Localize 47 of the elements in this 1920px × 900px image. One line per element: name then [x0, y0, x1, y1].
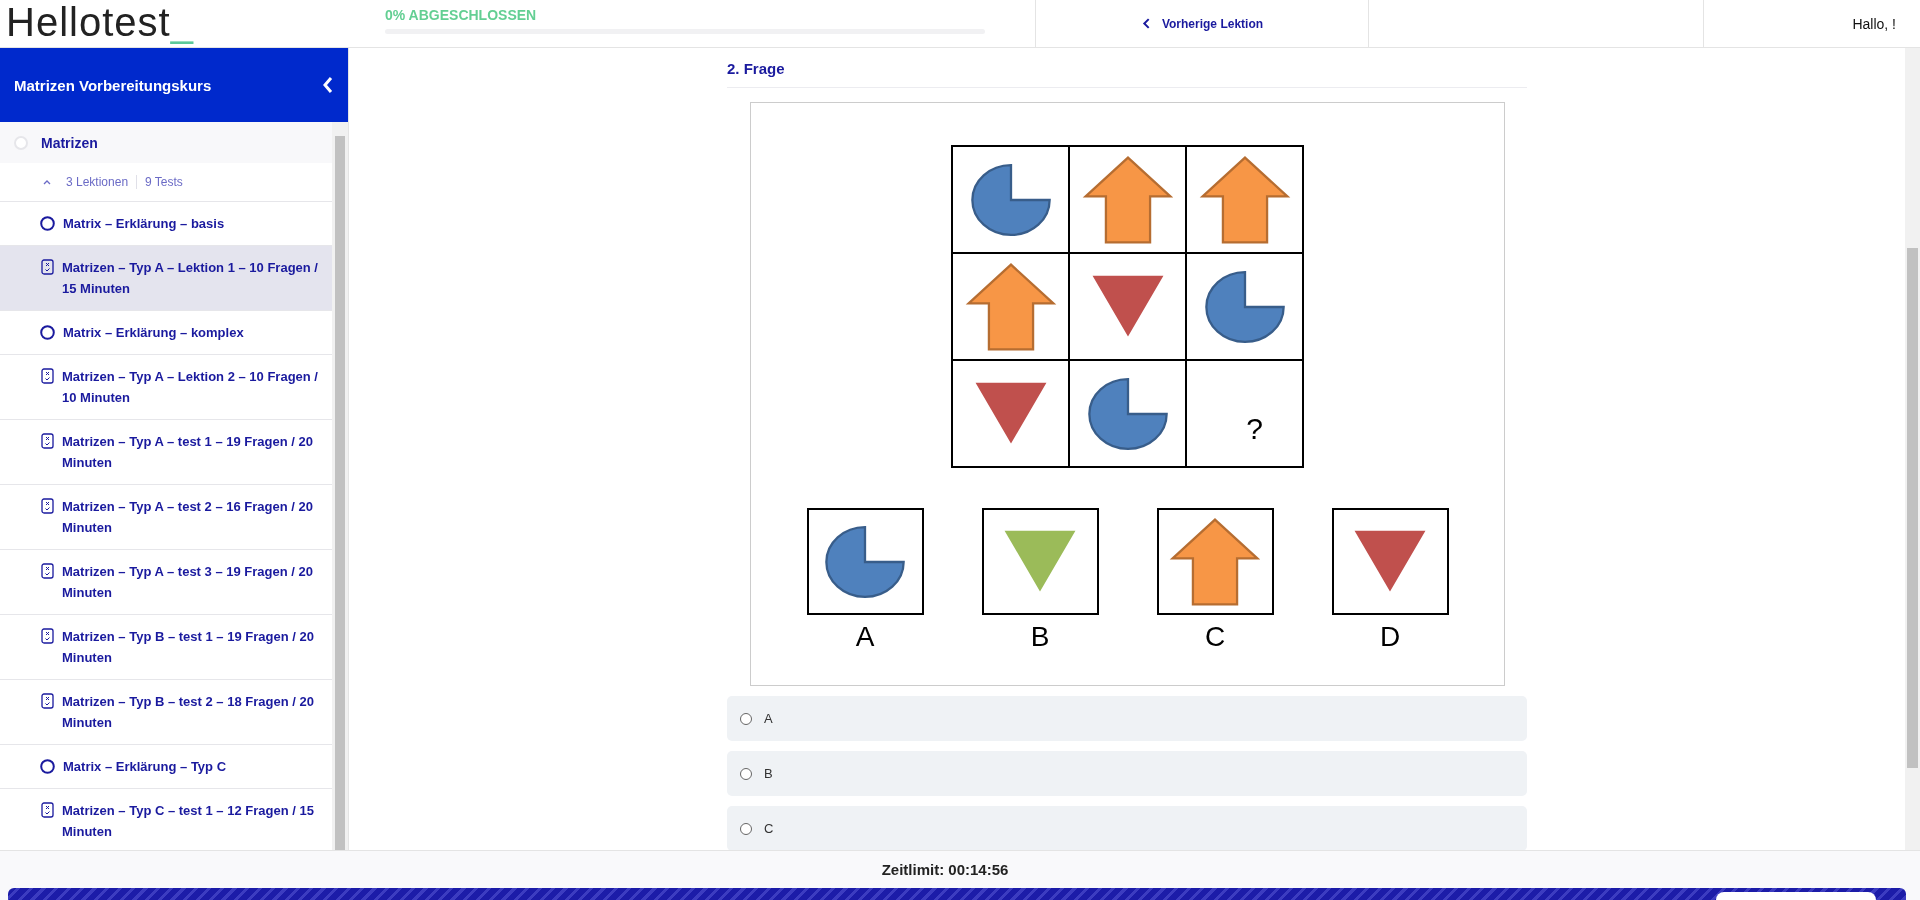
lesson-count: 3 Lektionen — [66, 175, 129, 189]
lesson-title: Matrix – Erklärung – Typ C — [63, 758, 227, 776]
course-title: Matrizen Vorbereitungskurs — [14, 76, 212, 94]
lesson-title: Matrizen – Typ A – Lektion 2 – 10 Fragen / 10 Minuten — [62, 368, 319, 407]
answer-label: B — [1030, 621, 1050, 653]
answer-label: A — [855, 621, 875, 653]
lesson-item[interactable]: Matrizen – Typ A – Lektion 1 – 10 Fragen / 15 Minuten — [0, 246, 332, 311]
lesson-title: Matrizen – Typ C – test 1 – 12 Fragen / 15 Minuten — [62, 802, 315, 841]
caret-up-icon[interactable] — [42, 178, 52, 186]
logo[interactable]: Hellotest_ — [0, 0, 385, 47]
lesson-title: Matrizen – Typ A – Lektion 1 – 10 Fragen / 15 Minuten — [62, 259, 319, 298]
answer-label: D — [1379, 621, 1401, 653]
previous-lesson-link[interactable]: Vorherige Lektion — [1140, 16, 1264, 31]
answer-option[interactable]: A — [727, 696, 1527, 741]
circle-icon — [40, 759, 55, 774]
lesson-title: Matrizen – Typ B – test 2 – 18 Fragen / 20 Minuten — [62, 693, 315, 732]
lesson-title: Matrix – Erklärung – komplex — [63, 324, 244, 342]
checklist-icon — [41, 259, 54, 275]
lesson-title: Matrix – Erklärung – basis — [63, 215, 225, 233]
lesson-title: Matrizen – Typ A – test 3 – 19 Fragen / 20 Minuten — [62, 563, 314, 602]
circle-icon — [40, 325, 55, 340]
checklist-icon — [41, 802, 54, 818]
chevron-left-icon — [1140, 18, 1152, 29]
checklist-icon — [41, 433, 54, 449]
test-count: 9 Tests — [145, 175, 183, 189]
section-header[interactable]: Matrizen — [0, 122, 332, 163]
answer-option[interactable]: B — [727, 751, 1527, 796]
greeting: Hallo, ! — [1852, 15, 1896, 32]
checklist-icon — [41, 368, 54, 384]
radio-button[interactable] — [740, 767, 752, 780]
answer-label: C — [1204, 621, 1226, 653]
checklist-icon — [41, 563, 54, 579]
question-mark: ? — [1246, 411, 1263, 446]
lesson-title: Matrizen – Typ A – test 1 – 19 Fragen / 20 Minuten — [62, 433, 314, 472]
radio-button[interactable] — [740, 712, 752, 725]
checklist-icon — [41, 628, 54, 644]
circle-icon — [40, 216, 55, 231]
radio-button[interactable] — [740, 822, 752, 835]
lesson-title: Matrizen – Typ A – test 2 – 16 Fragen / 20 Minuten — [62, 498, 314, 537]
answer-option[interactable]: C — [727, 806, 1527, 850]
checklist-icon — [41, 693, 54, 709]
lesson-title: Matrizen – Typ B – test 1 – 19 Fragen / 20 Minuten — [62, 628, 315, 667]
time-limit: Zeitlimit: 00:14:56 — [881, 861, 1009, 878]
collapse-icon[interactable] — [322, 76, 334, 94]
progress-label: 0% ABGESCHLOSSEN — [385, 7, 537, 23]
checklist-icon — [41, 498, 54, 514]
question-title: 2. Frage — [727, 60, 1527, 88]
